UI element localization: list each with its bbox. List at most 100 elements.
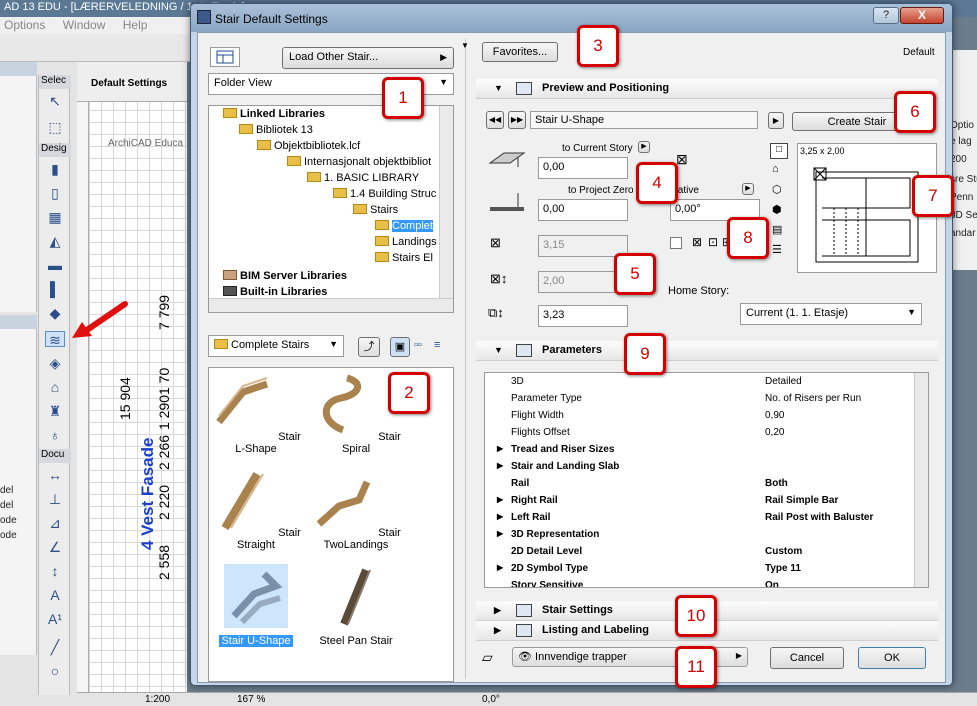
stair-name-field[interactable]: Stair U-Shape (530, 111, 758, 129)
current-story-menu-button[interactable]: ▶ (638, 141, 650, 153)
tree-node-bibliotek[interactable]: Bibliotek 13 (239, 124, 313, 136)
shaded-view-icon[interactable]: ⬢ (772, 203, 782, 216)
menu-help[interactable]: Help (123, 18, 148, 32)
wall-tool-icon[interactable]: ▮ (45, 161, 65, 177)
label-tool-icon[interactable]: A¹ (45, 611, 65, 627)
parameter-row[interactable]: Rail Both (485, 475, 910, 492)
parameter-row[interactable]: Parameter Type No. of Risers per Run (485, 390, 910, 407)
zoom-readout[interactable]: 167 % (237, 694, 265, 705)
cancel-button[interactable]: Cancel (770, 647, 844, 669)
tree-node-linked-libraries[interactable]: Linked Libraries (223, 108, 325, 120)
angle-readout[interactable]: 0,0° (482, 694, 500, 705)
gallery-item-straight[interactable]: Stair Straight (211, 468, 301, 551)
tree-node-stairs[interactable]: Stairs (353, 204, 398, 216)
menu-window[interactable]: Window (63, 18, 106, 32)
slab-tool-icon[interactable]: ◆ (45, 305, 65, 321)
lamp-tool-icon[interactable]: ♁ (45, 427, 65, 443)
folder-up-button[interactable]: ⤴ (358, 337, 380, 357)
object-tool-icon[interactable]: ⌂ (45, 379, 65, 395)
parameter-row[interactable]: Flight Width 0,90 (485, 407, 910, 424)
stair-tool-icon[interactable]: ≋ (45, 331, 65, 348)
mirror-y-icon[interactable]: ⊡ (708, 235, 718, 249)
home-story-select[interactable]: Current (1. 1. Etasje) ▼ (740, 303, 922, 325)
tree-node-built-in[interactable]: Built-in Libraries (223, 286, 327, 298)
parameter-row[interactable]: ▶ Tread and Riser Sizes (485, 441, 910, 458)
expand-triangle-icon[interactable]: ▶ (497, 529, 503, 538)
library-tree[interactable]: Linked Libraries Bibliotek 13 Objektbibl… (208, 105, 454, 313)
next-stair-button[interactable]: ▶▶ (508, 111, 526, 129)
tree-horizontal-scrollbar[interactable] (209, 298, 453, 312)
elevation-tool-icon[interactable]: ↕ (45, 563, 65, 579)
parameters-header[interactable]: ▼ Parameters (476, 341, 938, 361)
section-view-icon[interactable]: ▤ (772, 223, 782, 236)
beam-tool-icon[interactable]: ▬ (45, 257, 65, 273)
parameter-row[interactable]: ▶ Stair and Landing Slab (485, 458, 910, 475)
dimension-tool-icon[interactable]: ↔ (45, 467, 65, 483)
parameter-row[interactable]: ▶ 2D Symbol Type Type 11 (485, 560, 910, 577)
tree-node-internasjonalt[interactable]: Internasjonalt objektbibliot (287, 156, 431, 168)
window-tool-icon[interactable]: ▦ (45, 209, 65, 225)
expand-triangle-icon[interactable]: ▶ (497, 495, 503, 504)
small-icons-view-icon[interactable]: ▫▫ (414, 339, 422, 351)
plan-view-icon[interactable]: □ (770, 143, 788, 159)
parameters-scrollbar[interactable] (914, 373, 928, 587)
project-zero-offset-field[interactable]: 0,00 (538, 199, 628, 221)
width-field[interactable]: 3,15 (538, 235, 628, 257)
menu-options[interactable]: Options (4, 18, 45, 32)
text-tool-icon[interactable]: A (45, 587, 65, 603)
expand-triangle-icon[interactable]: ▶ (497, 512, 503, 521)
tree-node-landings[interactable]: Landings (375, 236, 437, 248)
gallery-item-steel-pan[interactable]: Steel Pan Stair (311, 564, 401, 647)
circle-tool-icon[interactable]: ○ (45, 663, 65, 679)
axo-view-icon[interactable]: ⬡ (772, 183, 782, 196)
parameter-row[interactable]: Flights Offset 0,20 (485, 424, 910, 441)
ok-button[interactable]: OK (858, 647, 926, 669)
collapse-triangle-icon[interactable]: ▼ (461, 41, 469, 50)
gallery-item-l-shape[interactable]: Stair L-Shape (211, 372, 301, 455)
folder-select[interactable]: Complete Stairs ▼ (208, 335, 344, 357)
library-view-icon[interactable] (210, 47, 240, 67)
side-view-icon[interactable]: ⌂ (772, 163, 779, 175)
large-icons-view-button[interactable]: ▣ (390, 337, 410, 357)
expand-triangle-icon[interactable]: ▶ (497, 461, 503, 470)
scale-readout[interactable]: 1:200 (145, 694, 170, 705)
mirror-x-icon[interactable]: ⊠ (692, 235, 702, 249)
angle-dim-tool-icon[interactable]: ∠ (45, 539, 65, 555)
tree-node-complete[interactable]: Complet (375, 220, 433, 232)
parameter-row[interactable]: ▶ Left Rail Rail Post with Baluster (485, 509, 910, 526)
door-tool-icon[interactable]: ▯ (45, 185, 65, 201)
tree-vertical-scrollbar[interactable] (439, 106, 453, 300)
help-button[interactable]: ? (873, 7, 899, 24)
tree-node-bim-server[interactable]: BIM Server Libraries (223, 270, 347, 282)
list-view-icon[interactable]: ☰ (772, 243, 782, 256)
tree-node-objektbibliotek[interactable]: Objektbibliotek.lcf (257, 140, 360, 152)
parameter-row[interactable]: Story Sensitive On (485, 577, 910, 587)
mirror-checkbox[interactable] (670, 237, 682, 249)
stair-options-button[interactable]: ▶ (768, 112, 784, 129)
list-view-icon[interactable]: ≡ (434, 339, 440, 351)
mesh-tool-icon[interactable]: ◈ (45, 355, 65, 371)
chair-tool-icon[interactable]: ♜ (45, 403, 65, 419)
marquee-tool-icon[interactable]: ⬚ (45, 119, 65, 135)
expand-triangle-icon[interactable]: ▶ (497, 563, 503, 572)
current-story-offset-field[interactable]: 0,00 (538, 157, 628, 179)
line-tool-icon[interactable]: ╱ (45, 639, 65, 655)
radial-dim-tool-icon[interactable]: ⊿ (45, 515, 65, 531)
expand-triangle-icon[interactable]: ▶ (497, 444, 503, 453)
parameter-row[interactable]: ▶ 3D Representation (485, 526, 910, 543)
load-other-stair-button[interactable]: Load Other Stair... ▶ (282, 47, 454, 69)
parameter-row[interactable]: ▶ Right Rail Rail Simple Bar (485, 492, 910, 509)
drawing-tab[interactable]: Default Settings (77, 62, 187, 102)
column-tool-icon[interactable]: ▌ (45, 281, 65, 297)
close-button[interactable]: X (900, 7, 944, 24)
preview-positioning-header[interactable]: ▼ Preview and Positioning (476, 79, 938, 99)
arrow-tool-icon[interactable]: ↖ (45, 93, 65, 109)
gallery-item-u-shape[interactable]: Stair U-Shape (211, 564, 301, 647)
favorites-button[interactable]: Favorites... (482, 42, 558, 62)
parameter-row[interactable]: 3D Detailed (485, 373, 910, 390)
parameter-row[interactable]: 2D Detail Level Custom (485, 543, 910, 560)
tree-node-basic-library[interactable]: 1. BASIC LIBRARY (307, 172, 419, 184)
gallery-item-two-landings[interactable]: Stair TwoLandings (311, 468, 401, 551)
height-field[interactable]: 3,23 (538, 305, 628, 327)
level-dim-tool-icon[interactable]: ⊥ (45, 491, 65, 507)
